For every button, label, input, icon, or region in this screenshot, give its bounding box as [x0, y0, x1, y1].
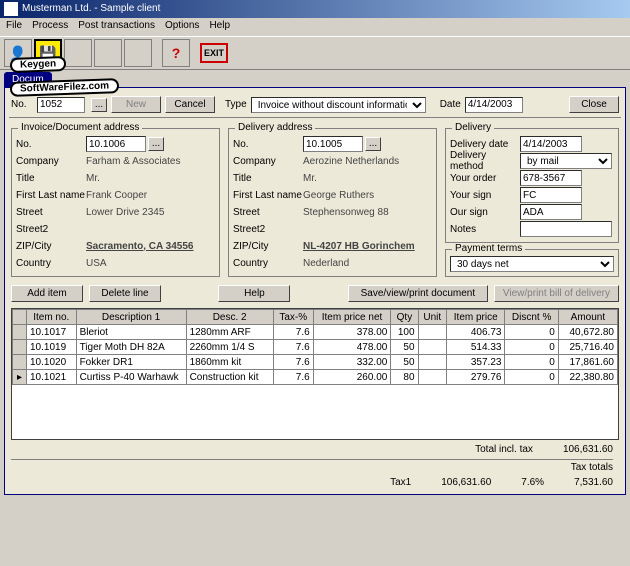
your-order-input[interactable]: [520, 170, 582, 186]
close-button[interactable]: Close: [569, 96, 619, 113]
your-sign-input[interactable]: [520, 187, 582, 203]
items-grid[interactable]: Item no. Description 1 Desc. 2 Tax-% Ite…: [11, 308, 619, 440]
delivery-method-select[interactable]: by mail: [520, 153, 612, 169]
tool-icon-2[interactable]: [94, 39, 122, 67]
delete-line-button[interactable]: Delete line: [89, 285, 161, 302]
date-label: Date: [440, 99, 461, 110]
totals: Total incl. tax106,631.60: [11, 444, 613, 455]
toolbar: 👤 💾 ? EXIT: [0, 36, 630, 70]
app-icon: [4, 2, 18, 16]
type-select[interactable]: Invoice without discount information: [251, 97, 426, 113]
menu-options[interactable]: Options: [165, 20, 199, 34]
cancel-button[interactable]: Cancel: [165, 96, 215, 113]
doc-no-input[interactable]: [37, 97, 85, 113]
action-row: Add item Delete line Help Save/view/prin…: [11, 285, 619, 302]
help-icon[interactable]: ?: [162, 39, 190, 67]
table-row[interactable]: 10.1019Tiger Moth DH 82A2260mm 1/4 S7.64…: [13, 340, 618, 355]
save-icon[interactable]: 💾: [34, 39, 62, 67]
exit-button[interactable]: EXIT: [200, 43, 228, 63]
inv-no-input[interactable]: [86, 136, 146, 152]
no-label: No.: [11, 99, 33, 110]
top-row: No. ... New Cancel Type Invoice without …: [9, 92, 621, 118]
del-lookup-button[interactable]: ...: [365, 137, 381, 151]
menu-file[interactable]: File: [6, 20, 22, 34]
titlebar: Musterman Ltd. - Sample client: [0, 0, 630, 18]
tool-icon-1[interactable]: [64, 39, 92, 67]
date-input[interactable]: [465, 97, 523, 113]
save-view-button[interactable]: Save/view/print document: [348, 285, 488, 302]
window-title: Musterman Ltd. - Sample client: [22, 0, 160, 18]
invoice-address-group: Invoice/Document address No.... CompanyF…: [11, 128, 220, 277]
menu-help[interactable]: Help: [209, 20, 230, 34]
type-label: Type: [225, 99, 247, 110]
menubar: File Process Post transactions Options H…: [0, 18, 630, 36]
lookup-doc-button[interactable]: ...: [91, 98, 107, 112]
view-bill-button[interactable]: View/print bill of delivery: [494, 285, 619, 302]
inv-lookup-button[interactable]: ...: [148, 137, 164, 151]
new-button[interactable]: New: [111, 96, 161, 113]
notes-input[interactable]: [520, 221, 612, 237]
tab-document[interactable]: Docum: [4, 72, 52, 87]
delivery-date-input[interactable]: [520, 136, 582, 152]
table-row[interactable]: ▸10.1021Curtiss P-40 WarhawkConstruction…: [13, 370, 618, 385]
del-no-input[interactable]: [303, 136, 363, 152]
menu-process[interactable]: Process: [32, 20, 68, 34]
delivery-group: Delivery Delivery date Delivery methodby…: [445, 128, 619, 243]
payment-terms-group: Payment terms 30 days net: [445, 249, 619, 277]
add-item-button[interactable]: Add item: [11, 285, 83, 302]
tool-icon-3[interactable]: [124, 39, 152, 67]
menu-post[interactable]: Post transactions: [78, 20, 155, 34]
person-icon[interactable]: 👤: [4, 39, 32, 67]
table-row[interactable]: 10.1017Bleriot1280mm ARF7.6378.00100406.…: [13, 325, 618, 340]
table-row[interactable]: 10.1020Fokker DR11860mm kit7.6332.005035…: [13, 355, 618, 370]
form: No. ... New Cancel Type Invoice without …: [4, 87, 626, 495]
terms-select[interactable]: 30 days net: [450, 256, 614, 272]
our-sign-input[interactable]: [520, 204, 582, 220]
help-button[interactable]: Help: [218, 285, 290, 302]
delivery-address-group: Delivery address No.... CompanyAerozine …: [228, 128, 437, 277]
